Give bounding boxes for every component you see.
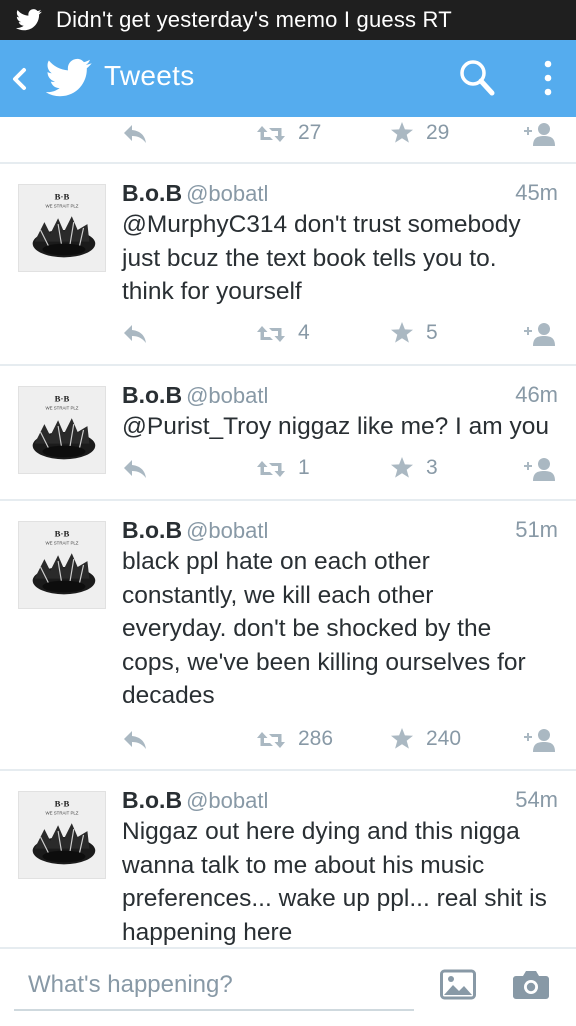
twitter-bird-icon[interactable] (46, 58, 92, 98)
action-bar: Tweets (0, 40, 576, 117)
tweet-time: 46m (515, 382, 558, 407)
user-handle[interactable]: @bobatl (186, 518, 268, 543)
tweet-time: 51m (515, 517, 558, 542)
user-name[interactable]: B.o.B (122, 382, 182, 408)
reply-icon[interactable] (122, 123, 148, 145)
notification-bar: Didn't get yesterday's memo I guess RT (0, 0, 576, 40)
tweet-time: 54m (515, 787, 558, 812)
user-name[interactable]: B.o.B (122, 517, 182, 543)
avatar[interactable] (18, 791, 106, 879)
star-icon[interactable] (390, 456, 414, 480)
compose-input[interactable]: What's happening? (14, 959, 414, 1011)
follow-icon[interactable] (522, 456, 556, 482)
tweet-actions: 1 3 (0, 452, 576, 486)
follow-icon[interactable] (522, 727, 556, 753)
retweet-count: 4 (298, 321, 310, 344)
tweet-text: @Purist_Troy niggaz like me? I am you (122, 413, 550, 440)
divider (0, 162, 576, 164)
compose-placeholder: What's happening? (28, 971, 233, 998)
tweet-actions: 4 5 (0, 317, 576, 351)
retweet-icon[interactable] (256, 458, 286, 480)
user-handle[interactable]: @bobatl (186, 383, 268, 408)
retweet-count: 1 (298, 456, 310, 479)
tweet-timeline[interactable]: 27 29 B.o.B @bobatl 45m @MurphyC314 don't… (0, 117, 576, 947)
follow-icon[interactable] (522, 321, 556, 347)
reply-icon[interactable] (122, 323, 148, 345)
tweet-header: B.o.B @bobatl 54m (122, 787, 558, 817)
retweet-count: 286 (298, 727, 334, 750)
user-handle[interactable]: @bobatl (186, 788, 268, 813)
overflow-menu-icon[interactable] (538, 58, 558, 98)
notification-text: Didn't get yesterday's memo I guess RT (56, 7, 452, 32)
user-handle[interactable]: @bobatl (186, 181, 268, 206)
divider (0, 499, 576, 501)
retweet-icon[interactable] (256, 123, 286, 145)
star-icon[interactable] (390, 121, 414, 145)
reply-icon[interactable] (122, 729, 148, 751)
tweet-text: black ppl hate on each other constantly,… (122, 548, 526, 710)
tweet-header: B.o.B @bobatl 45m (122, 180, 558, 210)
twitter-bird-icon (16, 9, 42, 31)
tweet-actions: 286 240 (0, 723, 576, 757)
retweet-count: 27 (298, 121, 322, 144)
tweet-header: B.o.B @bobatl 46m (122, 382, 558, 412)
photo-icon[interactable] (440, 969, 476, 1001)
page-title: Tweets (104, 60, 195, 91)
divider (0, 769, 576, 771)
user-name[interactable]: B.o.B (122, 787, 182, 813)
tweet-actions: 27 29 (0, 117, 576, 151)
favorite-count: 240 (426, 727, 462, 750)
star-icon[interactable] (390, 727, 414, 751)
camera-icon[interactable] (512, 969, 550, 1001)
divider (0, 364, 576, 366)
retweet-icon[interactable] (256, 729, 286, 751)
retweet-icon[interactable] (256, 323, 286, 345)
compose-bar: What's happening? (0, 947, 576, 1026)
tweet-text: @MurphyC314 don't trust somebody just bc… (122, 211, 521, 306)
favorite-count: 5 (426, 321, 438, 344)
favorite-count: 29 (426, 121, 450, 144)
user-name[interactable]: B.o.B (122, 180, 182, 206)
star-icon[interactable] (390, 321, 414, 345)
tweet-text: Niggaz out here dying and this nigga wan… (122, 818, 547, 946)
tweet-header: B.o.B @bobatl 51m (122, 517, 558, 547)
search-icon[interactable] (458, 58, 496, 98)
favorite-count: 3 (426, 456, 438, 479)
follow-icon[interactable] (522, 121, 556, 147)
avatar[interactable] (18, 184, 106, 272)
reply-icon[interactable] (122, 458, 148, 480)
tweet-time: 45m (515, 180, 558, 205)
back-icon[interactable] (8, 60, 30, 98)
avatar[interactable] (18, 521, 106, 609)
